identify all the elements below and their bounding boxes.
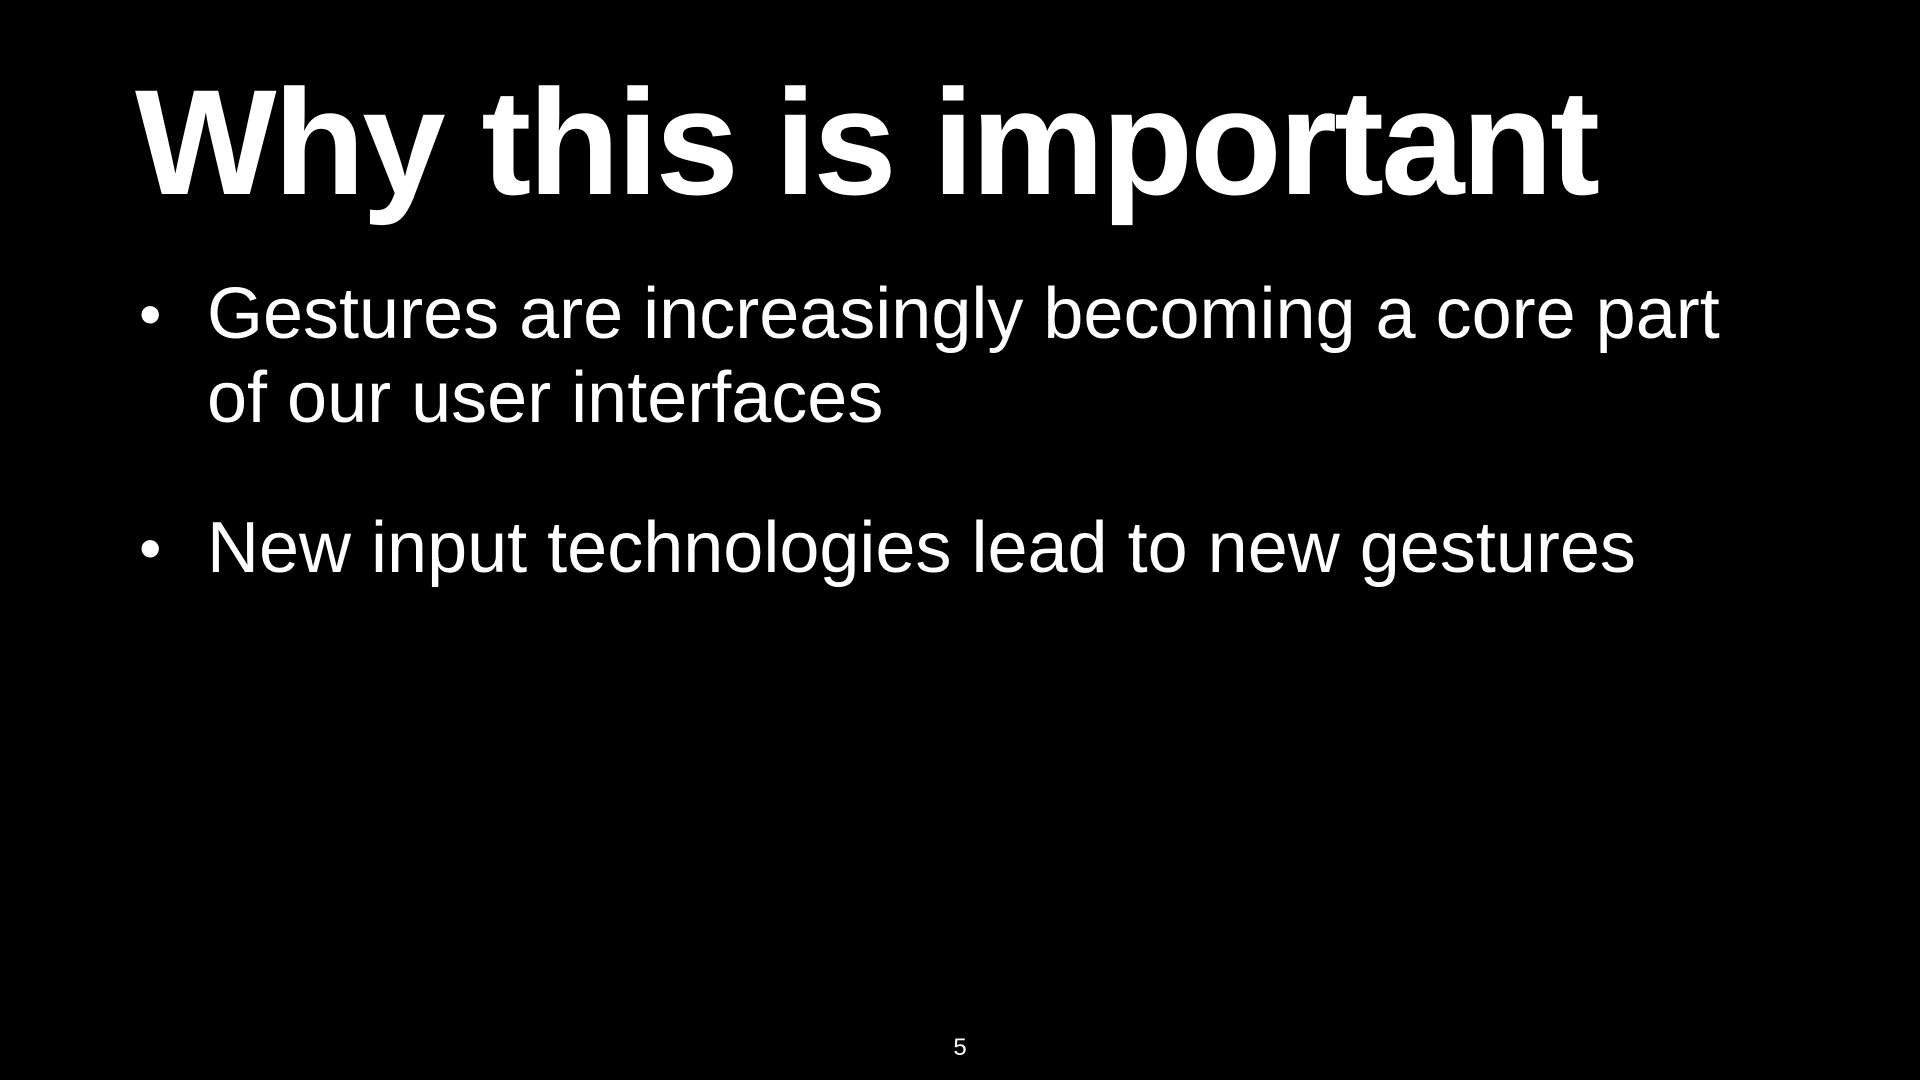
slide-title: Why this is important	[135, 58, 1600, 226]
page-number: 5	[953, 1034, 967, 1061]
bullet-text: Gestures are increasingly becoming a cor…	[207, 274, 1720, 438]
bullet-marker: •	[139, 512, 162, 584]
bullet-item-1: • Gestures are increasingly becoming a c…	[135, 272, 1795, 440]
slide: Why this is important • Gestures are inc…	[0, 0, 1920, 1080]
bullet-list: • Gestures are increasingly becoming a c…	[135, 272, 1795, 656]
bullet-text: New input technologies lead to new gestu…	[207, 508, 1636, 588]
bullet-marker: •	[139, 278, 162, 350]
bullet-item-2: • New input technologies lead to new ges…	[135, 506, 1795, 590]
